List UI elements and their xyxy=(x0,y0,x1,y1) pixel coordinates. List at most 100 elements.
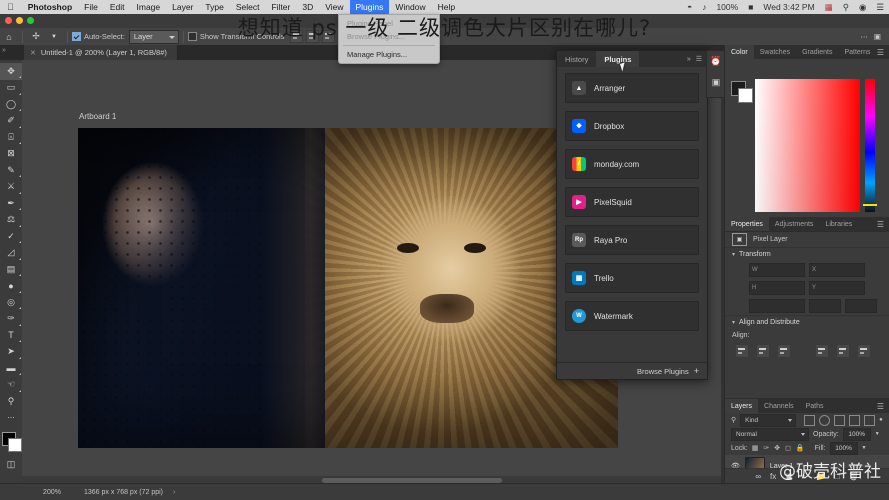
close-icon[interactable]: ✕ xyxy=(30,49,36,57)
dodge-tool[interactable]: ◎ xyxy=(0,294,22,311)
chevron-down-icon[interactable]: ▼ xyxy=(875,431,880,437)
link-layers-icon[interactable]: ∞ xyxy=(755,472,761,481)
rectangle-tool[interactable]: ▬ xyxy=(0,360,22,377)
hue-marker[interactable] xyxy=(863,204,877,206)
fill-value[interactable]: 100% xyxy=(829,441,858,455)
history-dock-icon[interactable]: ⏰ xyxy=(707,51,725,72)
list-item[interactable]: / monday.com xyxy=(565,149,699,179)
list-item[interactable]: ▲ Arranger xyxy=(565,73,699,103)
align-center-h-icon[interactable] xyxy=(756,344,770,358)
volume-icon[interactable]: ♪ xyxy=(697,2,711,12)
type-tool[interactable]: T xyxy=(0,327,22,344)
tab-history[interactable]: History xyxy=(557,51,596,67)
quick-selection-tool[interactable]: ✐ xyxy=(0,113,22,130)
menu-item-manage-plugins[interactable]: Manage Plugins... xyxy=(339,48,439,61)
chevron-down-icon[interactable]: ▼ xyxy=(862,445,867,451)
crop-tool[interactable]: ⍓ xyxy=(0,129,22,146)
control-center-icon[interactable]: ☰ xyxy=(871,2,889,13)
list-item[interactable]: Rp Raya Pro xyxy=(565,225,699,255)
list-item[interactable]: W Watermark xyxy=(565,301,699,331)
edit-toolbar-button[interactable]: ⋯ xyxy=(0,410,22,427)
document-tab[interactable]: ✕ Untitled-1 @ 200% (Layer 1, RGB/8#) xyxy=(24,45,178,60)
tab-properties[interactable]: Properties xyxy=(725,217,769,231)
chevron-double-right-icon[interactable]: » xyxy=(687,56,691,63)
status-expand-icon[interactable]: › xyxy=(173,489,175,496)
panel-menu-icon[interactable]: ☰ xyxy=(877,217,889,231)
list-item[interactable]: ▶ PixelSquid xyxy=(565,187,699,217)
move-tool[interactable]: ✥ xyxy=(0,63,22,80)
chevron-down-icon[interactable]: ▾ xyxy=(732,251,735,258)
toggle-filter-icon[interactable]: ● xyxy=(879,417,883,423)
search-icon[interactable]: ⚲ xyxy=(731,416,736,424)
tab-swatches[interactable]: Swatches xyxy=(754,45,796,59)
zoom-tool[interactable]: ⚲ xyxy=(0,393,22,410)
flag-icon[interactable]: ▦ xyxy=(820,2,838,13)
tab-overflow-icon[interactable]: » xyxy=(2,47,6,54)
tab-paths[interactable]: Paths xyxy=(800,399,830,413)
transform-section-header[interactable]: ▾ Transform xyxy=(725,247,889,261)
lock-transparent-icon[interactable]: ▦ xyxy=(752,444,759,452)
zoom-level[interactable]: 200% xyxy=(32,489,72,496)
hue-slider[interactable] xyxy=(863,79,877,212)
color-panel-swatches[interactable] xyxy=(731,81,753,103)
eyedropper-tool[interactable]: ✎ xyxy=(0,162,22,179)
height-field[interactable]: H xyxy=(749,281,805,295)
blend-mode-dropdown[interactable]: Normal xyxy=(731,427,809,441)
tab-layers[interactable]: Layers xyxy=(725,399,759,413)
artboard-image[interactable] xyxy=(78,128,618,448)
list-item[interactable]: ❖ Dropbox xyxy=(565,111,699,141)
flip-horizontal-button[interactable] xyxy=(809,299,841,313)
frame-tool[interactable]: ⊠ xyxy=(0,146,22,163)
y-field[interactable]: Y xyxy=(809,281,865,295)
angle-field[interactable] xyxy=(749,299,805,313)
chevron-down-icon[interactable]: ▾ xyxy=(732,319,735,326)
panel-menu-icon[interactable]: ☰ xyxy=(877,399,889,413)
width-field[interactable]: W xyxy=(749,263,805,277)
history-brush-tool[interactable]: ✓ xyxy=(0,228,22,245)
lock-artboard-icon[interactable]: ◻ xyxy=(785,444,791,452)
wifi-icon[interactable]: ◓ xyxy=(682,2,697,12)
panel-menu-icon[interactable]: ☰ xyxy=(696,55,702,63)
pixel-filter-icon[interactable] xyxy=(804,414,816,426)
align-left-icon[interactable] xyxy=(735,344,749,358)
tab-patterns[interactable]: Patterns xyxy=(838,45,876,59)
background-color-swatch[interactable] xyxy=(738,88,753,103)
layer-style-icon[interactable]: fx xyxy=(770,472,776,481)
tab-plugins[interactable]: Plugins xyxy=(596,51,640,67)
color-picker-field[interactable] xyxy=(755,79,860,212)
lock-position-icon[interactable]: ✥ xyxy=(774,444,780,452)
battery-icon[interactable]: ■ xyxy=(743,2,758,12)
align-right-icon[interactable] xyxy=(777,344,791,358)
lock-all-icon[interactable]: 🔒 xyxy=(796,444,805,452)
eraser-tool[interactable]: ◿ xyxy=(0,245,22,262)
tab-channels[interactable]: Channels xyxy=(758,399,800,413)
path-selection-tool[interactable]: ➤ xyxy=(0,344,22,361)
lasso-tool[interactable]: ◯ xyxy=(0,96,22,113)
apple-icon[interactable]:  xyxy=(7,2,14,12)
lock-image-icon[interactable]: ✑ xyxy=(763,444,769,452)
tab-adjustments[interactable]: Adjustments xyxy=(769,217,820,231)
type-filter-icon[interactable] xyxy=(834,414,846,426)
color-swatches[interactable] xyxy=(2,432,22,452)
background-color-swatch[interactable] xyxy=(8,438,22,452)
x-field[interactable]: X xyxy=(809,263,865,277)
panel-menu-icon[interactable]: ☰ xyxy=(877,45,889,59)
align-middle-icon[interactable] xyxy=(836,344,850,358)
browse-plugins-button[interactable]: Browse Plugins + xyxy=(557,362,707,379)
plugins-dock-icon[interactable]: ▣ xyxy=(707,72,725,93)
siri-icon[interactable]: ◉ xyxy=(854,2,871,13)
list-item[interactable]: ▦ Trello xyxy=(565,263,699,293)
clone-stamp-tool[interactable]: ⚖ xyxy=(0,212,22,229)
flip-vertical-button[interactable] xyxy=(845,299,877,313)
filter-kind-dropdown[interactable]: Kind xyxy=(740,413,797,427)
plus-icon[interactable]: + xyxy=(694,366,699,376)
quick-mask-icon[interactable]: ◫ xyxy=(0,456,22,473)
tab-libraries[interactable]: Libraries xyxy=(819,217,858,231)
healing-brush-tool[interactable]: ⚔ xyxy=(0,179,22,196)
align-top-icon[interactable] xyxy=(815,344,829,358)
tab-color[interactable]: Color xyxy=(725,45,754,59)
brush-tool[interactable]: ✒ xyxy=(0,195,22,212)
clock-label[interactable]: Wed 3:42 PM xyxy=(758,2,819,12)
opacity-value[interactable]: 100% xyxy=(842,427,871,441)
align-bottom-icon[interactable] xyxy=(857,344,871,358)
